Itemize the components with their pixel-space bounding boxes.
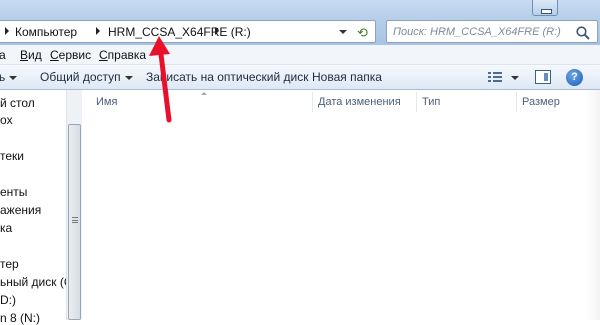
nav-item-desktop[interactable]: й стол — [0, 96, 35, 110]
navigation-pane: й стол ox теки енты ажения ка тер ьный д… — [0, 90, 80, 325]
search-placeholder: Поиск: HRM_CCSA_X64FRE (R:) — [393, 26, 561, 38]
scrollbar-thumb[interactable] — [68, 124, 81, 320]
column-divider[interactable] — [312, 92, 313, 112]
file-list[interactable]: Имя Дата изменения Тип Размер — [82, 90, 600, 320]
views-dropdown-icon[interactable] — [511, 76, 519, 80]
explorer-window: Компьютер HRM_CCSA_X64FRE (R:) ⟲ Поиск: … — [0, 0, 600, 325]
nav-item-music[interactable]: ка — [0, 221, 12, 235]
column-header-type[interactable]: Тип — [422, 96, 440, 108]
breadcrumb-separator-icon[interactable] — [5, 27, 9, 35]
column-header-size[interactable]: Размер — [522, 96, 560, 108]
address-bar-area: Компьютер HRM_CCSA_X64FRE (R:) ⟲ Поиск: … — [0, 0, 600, 45]
column-header-date-modified[interactable]: Дата изменения — [318, 96, 401, 108]
column-divider[interactable] — [416, 92, 417, 112]
address-history-dropdown-icon[interactable] — [339, 30, 347, 34]
refresh-icon[interactable]: ⟲ — [357, 25, 368, 41]
sort-arrow-icon — [201, 92, 207, 95]
menu-item-view[interactable]: Вид — [20, 48, 42, 62]
nav-item-dropbox[interactable]: ox — [0, 113, 13, 127]
column-divider[interactable] — [516, 92, 517, 112]
nav-item-pictures[interactable]: ажения — [0, 203, 41, 217]
menu-item-tools[interactable]: Сервис — [50, 48, 91, 62]
command-bar: ь Общий доступ Записать на оптический ди… — [0, 65, 600, 90]
nav-item-libraries[interactable]: теки — [0, 149, 24, 163]
new-folder-button[interactable]: Новая папка — [312, 70, 382, 84]
navigation-scrollbar[interactable] — [66, 90, 82, 320]
dropdown-arrow-icon — [124, 75, 133, 80]
breadcrumb-computer[interactable]: Компьютер — [15, 25, 77, 39]
window-edge-shadow — [586, 90, 600, 320]
breadcrumb-drive[interactable]: HRM_CCSA_X64FRE (R:) — [108, 25, 251, 39]
share-button[interactable]: Общий доступ — [40, 70, 133, 84]
breadcrumb-separator-icon[interactable] — [215, 27, 219, 35]
organize-button[interactable]: ь — [0, 70, 18, 84]
breadcrumb-separator-icon[interactable] — [96, 27, 100, 35]
menu-item-edit[interactable]: а — [0, 48, 6, 62]
nav-item-computer[interactable]: тер — [0, 257, 19, 271]
menu-item-help[interactable]: Справка — [99, 48, 146, 62]
help-icon[interactable]: ? — [566, 69, 583, 86]
grip-icon — [72, 217, 78, 223]
search-icon[interactable] — [575, 25, 591, 41]
nav-item-drive-d[interactable]: D:) — [0, 293, 16, 307]
address-box[interactable]: Компьютер HRM_CCSA_X64FRE (R:) ⟲ — [0, 20, 376, 43]
menu-bar: а Вид Сервис Справка — [0, 45, 600, 65]
views-icon[interactable] — [488, 71, 502, 83]
minimize-button[interactable] — [532, 0, 558, 16]
nav-item-documents[interactable]: енты — [0, 185, 27, 199]
burn-to-disc-button[interactable]: Записать на оптический диск — [146, 70, 309, 84]
column-header-name[interactable]: Имя — [96, 96, 117, 108]
search-input[interactable]: Поиск: HRM_CCSA_X64FRE (R:) — [386, 20, 598, 43]
dropdown-arrow-icon — [9, 75, 18, 80]
preview-pane-icon[interactable] — [535, 70, 551, 84]
nav-item-drive-n[interactable]: n 8 (N:) — [0, 311, 40, 325]
